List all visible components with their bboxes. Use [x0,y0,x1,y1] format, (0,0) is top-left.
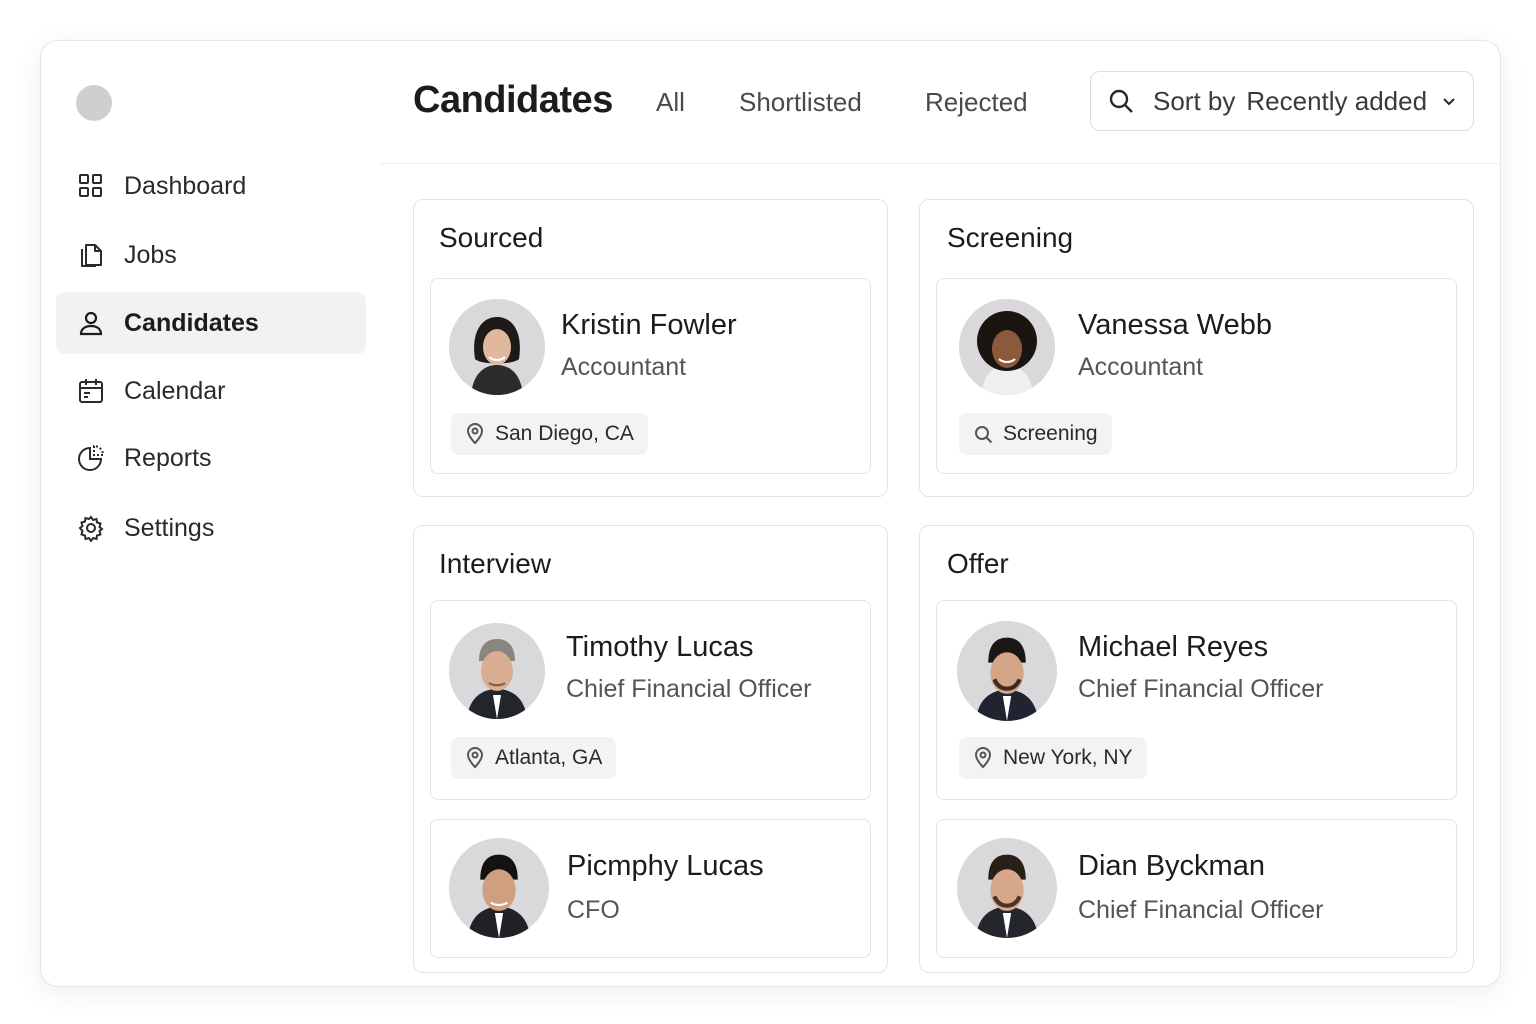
app-logo [76,85,112,121]
candidate-card[interactable]: Timothy Lucas Chief Financial Officer At… [430,600,871,800]
candidate-role: Chief Financial Officer [1078,675,1324,703]
candidate-card[interactable]: Dian Byckman Chief Financial Officer [936,819,1457,958]
avatar [449,838,549,938]
avatar [449,299,545,395]
sidebar-item-settings[interactable]: Settings [56,497,366,559]
page-title: Candidates [413,79,613,121]
gear-icon [76,513,106,543]
candidate-role: Accountant [561,353,687,381]
location-chip: New York, NY [959,737,1147,779]
grid-icon [76,171,106,201]
sidebar-item-reports[interactable]: Reports [56,427,366,489]
status-chip: Screening [959,413,1112,455]
candidate-name: Michael Reyes [1078,631,1269,663]
sort-value: Recently added [1246,85,1428,116]
sidebar-item-calendar[interactable]: Calendar [56,360,366,422]
sort-label: Sort by [1153,85,1236,116]
documents-icon [76,240,106,270]
avatar [957,838,1057,938]
sidebar-item-dashboard[interactable]: Dashboard [56,155,366,217]
candidate-name: Dian Byckman [1078,850,1265,882]
column-interview: Interview Timothy Lucas Chief Financial … [413,525,888,973]
location-pin-icon [974,747,992,769]
candidate-card[interactable]: Michael Reyes Chief Financial Officer Ne… [936,600,1457,800]
sidebar-item-label: Calendar [124,376,226,405]
header-bar: Candidates All Shortlisted Rejected Sort… [381,41,1500,164]
candidate-role: Accountant [1078,353,1204,381]
sidebar-item-jobs[interactable]: Jobs [56,224,366,286]
sidebar: Dashboard Jobs Candidates Calendar Repor [41,41,381,986]
candidate-role: Chief Financial Officer [566,675,812,703]
search-icon [1109,89,1133,113]
sidebar-item-label: Jobs [124,240,177,269]
candidate-name: Vanessa Webb [1078,309,1272,341]
sidebar-item-label: Candidates [124,308,259,337]
candidate-card[interactable]: Kristin Fowler Accountant San Diego, CA [430,278,871,474]
column-title: Interview [439,548,552,579]
candidate-card[interactable]: Vanessa Webb Accountant Screening [936,278,1457,474]
sidebar-item-candidates[interactable]: Candidates [56,292,366,354]
app-window: Dashboard Jobs Candidates Calendar Repor [40,40,1501,987]
location-pin-icon [466,747,484,769]
chevron-down-icon [1443,98,1455,106]
candidate-name: Timothy Lucas [566,631,754,663]
location-chip: Atlanta, GA [451,737,617,779]
calendar-icon [76,376,106,406]
avatar [959,299,1055,395]
candidate-role: Chief Financial Officer [1078,896,1324,924]
candidate-name: Picmphy Lucas [567,850,764,882]
candidate-role: CFO [567,896,620,924]
location-chip: San Diego, CA [451,413,648,455]
sidebar-item-label: Reports [124,443,212,472]
candidate-card[interactable]: Picmphy Lucas CFO [430,819,871,958]
search-icon [975,426,993,444]
sidebar-item-label: Settings [124,513,215,542]
pie-chart-icon [76,443,106,473]
tab-all[interactable]: All [656,87,685,118]
person-icon [76,308,106,338]
column-title: Offer [947,548,1009,579]
sidebar-item-label: Dashboard [124,171,247,200]
column-title: Sourced [439,222,544,253]
avatar [449,623,545,719]
sort-dropdown[interactable]: Sort by Recently added [1090,71,1474,131]
location-pin-icon [466,423,484,445]
candidate-name: Kristin Fowler [561,309,737,341]
tab-shortlisted[interactable]: Shortlisted [739,87,862,118]
tab-rejected[interactable]: Rejected [925,87,1028,118]
column-screening: Screening Vanessa Webb Accountant Screen… [919,199,1474,497]
column-offer: Offer Michael Reyes Chief Financial Offi… [919,525,1474,973]
avatar [957,621,1057,721]
column-sourced: Sourced Kristin Fowler Accountant San Di… [413,199,888,497]
column-title: Screening [947,222,1074,253]
